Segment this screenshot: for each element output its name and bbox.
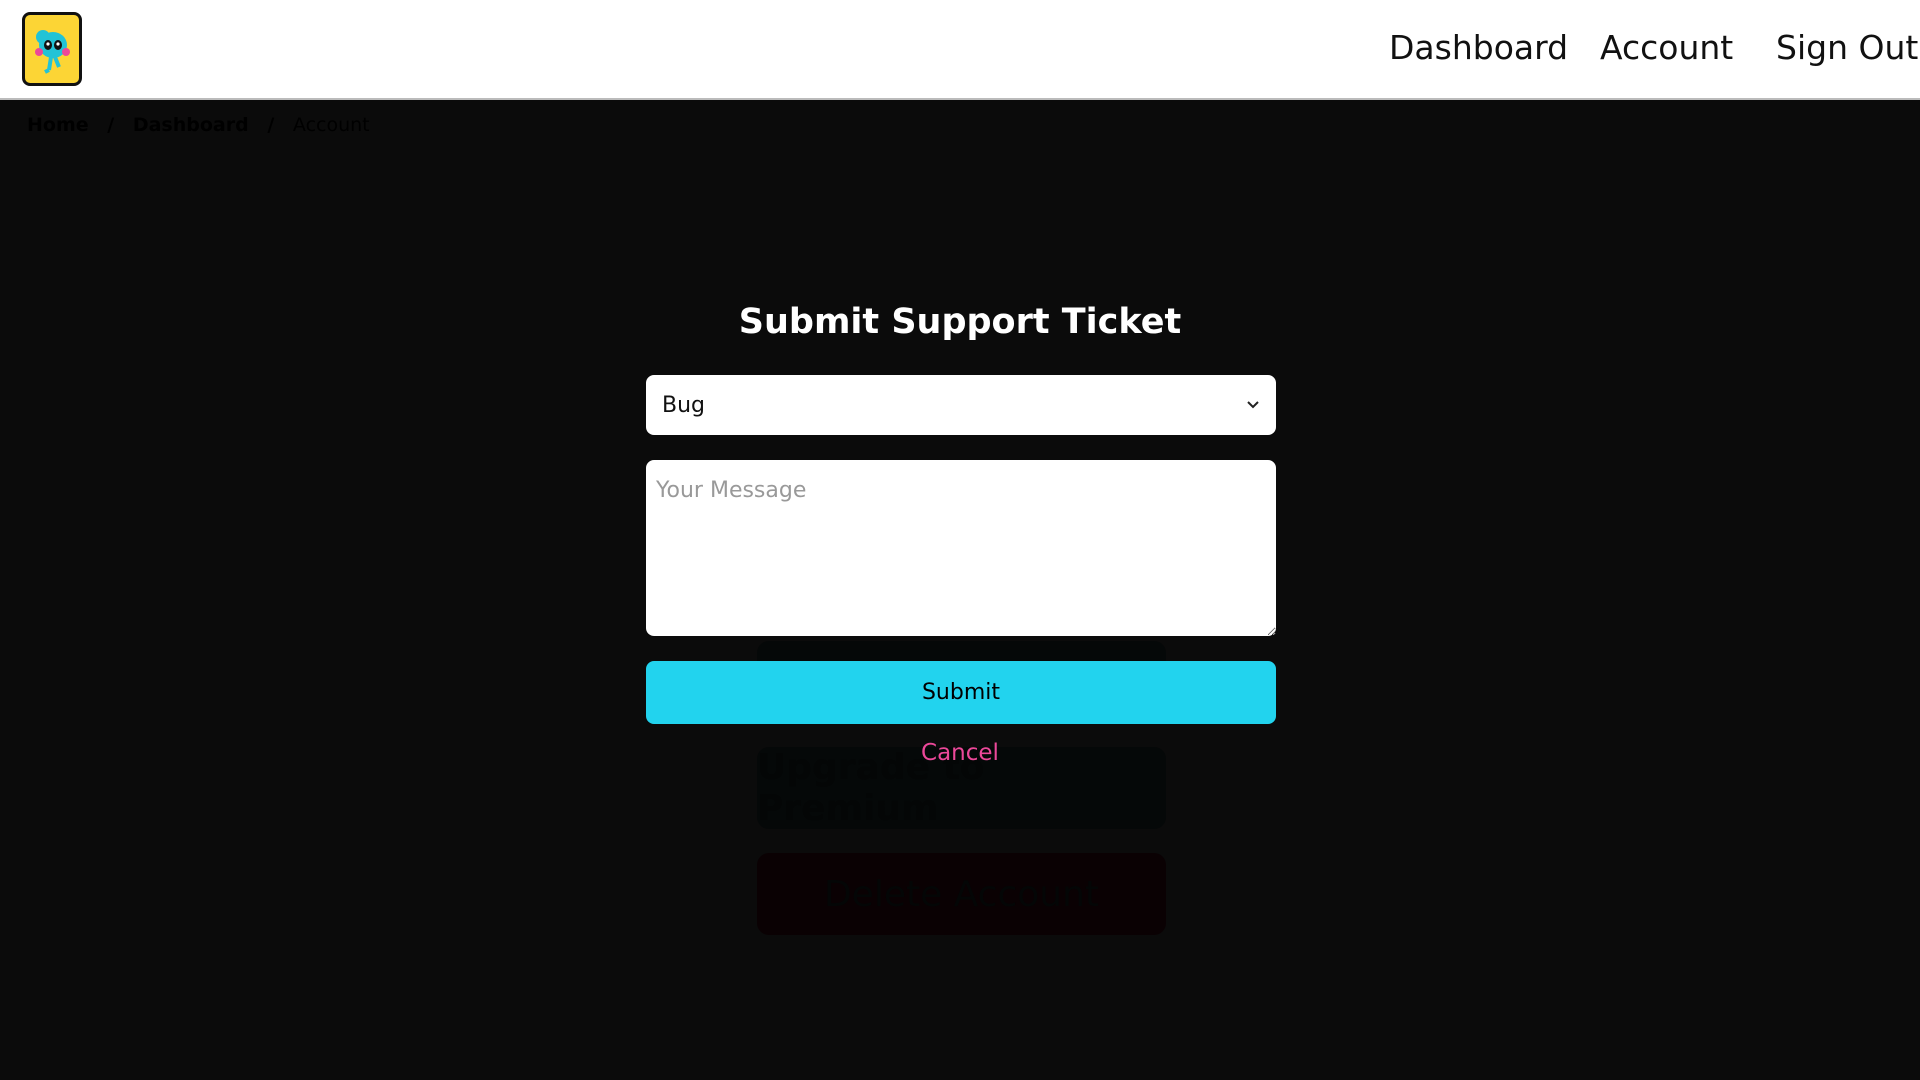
breadcrumb-dashboard[interactable]: Dashboard [133,114,249,136]
logo[interactable] [22,12,82,86]
ticket-type-select[interactable]: Bug [646,375,1276,435]
cancel-link[interactable]: Cancel [0,740,1920,766]
nav-sign-out[interactable]: Sign Out [1776,28,1918,67]
breadcrumb: Home / Dashboard / Account [27,114,382,136]
ticket-type-value: Bug [662,392,706,418]
breadcrumb-separator: / [267,114,275,136]
nav-dashboard[interactable]: Dashboard [1389,28,1568,67]
delete-account-button: Delete Account [757,853,1166,935]
breadcrumb-account: Account [292,114,370,136]
mascot-icon [35,30,70,74]
header: Dashboard Account Sign Out [0,0,1920,100]
breadcrumb-separator: / [107,114,115,136]
chevron-down-icon [1247,401,1259,409]
message-textarea[interactable] [646,460,1276,636]
nav-account[interactable]: Account [1600,28,1733,67]
submit-button[interactable]: Submit [646,661,1276,724]
breadcrumb-home[interactable]: Home [27,114,89,136]
modal-title: Submit Support Ticket [738,302,1182,342]
